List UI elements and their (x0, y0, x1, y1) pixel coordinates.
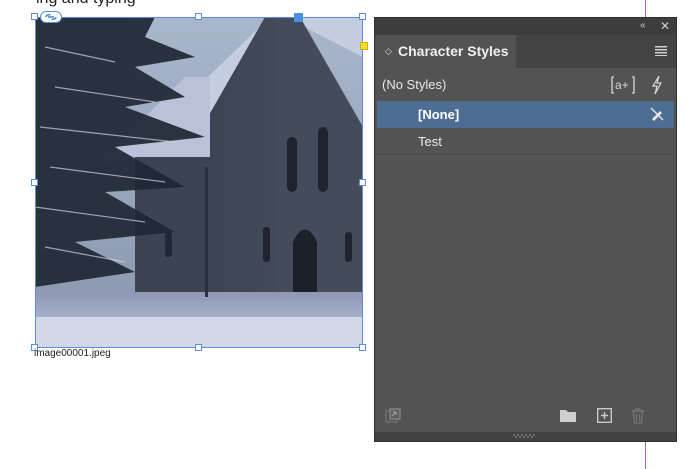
resize-handle-bottom-right[interactable] (359, 344, 366, 351)
style-item-none[interactable]: [None] (377, 101, 674, 128)
resize-handle-bottom-center[interactable] (195, 344, 202, 351)
resize-handle-top-right[interactable] (359, 13, 366, 20)
tab-character-styles[interactable]: ◇ Character Styles (375, 35, 516, 68)
tab-title: Character Styles (398, 43, 509, 59)
hamburger-menu-icon[interactable] (655, 46, 667, 56)
trash-icon[interactable] (631, 408, 645, 424)
style-item-label: Test (418, 134, 442, 149)
resize-handle-mid-left[interactable] (31, 179, 38, 186)
link-icon[interactable] (40, 11, 62, 23)
panel-resize-grip[interactable] (375, 432, 676, 441)
grip-dots-icon (513, 434, 535, 438)
placed-image-frame[interactable] (35, 17, 363, 348)
image-caption: image00001.jpeg (34, 348, 111, 359)
character-styles-panel: « ✕ ◇ Character Styles (No Styles) a+ [N… (374, 17, 677, 442)
create-style-from-selection-icon[interactable]: a+ (611, 76, 635, 94)
quick-apply-icon[interactable] (651, 75, 663, 95)
resize-handle-top-center[interactable] (195, 13, 202, 20)
panel-titlebar[interactable]: « ✕ (375, 18, 676, 35)
new-style-icon[interactable] (597, 408, 612, 423)
current-style-label: (No Styles) (382, 77, 447, 92)
resize-handle-mid-right[interactable] (359, 179, 366, 186)
pen-crossed-icon (650, 107, 664, 121)
close-icon[interactable]: ✕ (660, 19, 670, 33)
double-chevron-left-icon[interactable]: « (640, 19, 646, 33)
load-styles-icon[interactable] (385, 408, 401, 424)
document-text-fragment: ing and typing (36, 0, 136, 8)
style-item-test[interactable]: Test (377, 128, 674, 155)
current-style-row: (No Styles) a+ (375, 70, 676, 100)
resize-handle-top-left[interactable] (31, 13, 38, 20)
folder-icon[interactable] (559, 408, 577, 423)
panel-tab-row: ◇ Character Styles (375, 35, 676, 68)
live-corner-handle[interactable] (360, 42, 368, 50)
svg-text:a+: a+ (615, 78, 629, 92)
tab-toggle-icon: ◇ (385, 46, 392, 56)
content-grabber-handle[interactable] (294, 13, 303, 22)
style-item-label: [None] (418, 107, 460, 122)
church-image (35, 17, 363, 348)
